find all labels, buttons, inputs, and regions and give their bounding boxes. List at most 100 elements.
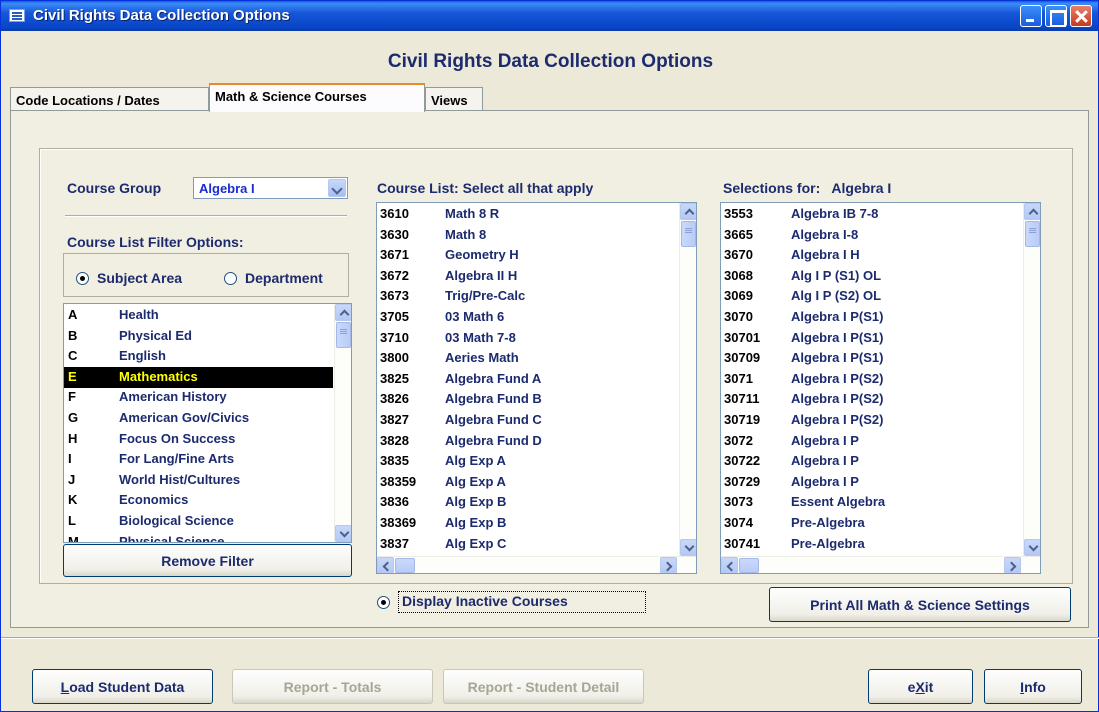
- list-item[interactable]: 3670 Algebra I H: [721, 245, 1022, 266]
- maximize-button[interactable]: [1045, 5, 1067, 27]
- list-item[interactable]: L Biological Science: [64, 511, 333, 532]
- list-item[interactable]: 3800 Aeries Math: [377, 348, 678, 369]
- list-item[interactable]: 3073 Essent Algebra: [721, 492, 1022, 513]
- selections-vscrollbar[interactable]: [1023, 203, 1040, 556]
- item-name: Alg Exp C: [445, 535, 507, 551]
- list-item[interactable]: 3826 Algebra Fund B: [377, 389, 678, 410]
- list-item[interactable]: 30719 Algebra I P(S2): [721, 410, 1022, 431]
- print-all-settings-button[interactable]: Print All Math & Science Settings: [769, 587, 1071, 622]
- list-item[interactable]: 3673 Trig/Pre-Calc: [377, 286, 678, 307]
- item-name: For Lang/Fine Arts: [119, 451, 235, 467]
- exit-button[interactable]: e Xit: [868, 669, 973, 704]
- scroll-thumb[interactable]: [1025, 221, 1040, 247]
- report-totals-button[interactable]: Report - Totals: [232, 669, 433, 704]
- list-item[interactable]: G American Gov/Civics: [64, 408, 333, 429]
- scroll-up-icon[interactable]: [1024, 203, 1040, 220]
- list-item[interactable]: 3837 Alg Exp C: [377, 534, 678, 555]
- tab-code-locations[interactable]: Code Locations / Dates: [10, 87, 209, 111]
- scroll-thumb[interactable]: [681, 221, 696, 247]
- scroll-down-icon[interactable]: [335, 525, 351, 542]
- list-item[interactable]: 3835 Alg Exp A: [377, 451, 678, 472]
- list-item[interactable]: 30711 Algebra I P(S2): [721, 389, 1022, 410]
- title-bar[interactable]: Civil Rights Data Collection Options: [1, 1, 1098, 31]
- list-item[interactable]: I For Lang/Fine Arts: [64, 449, 333, 470]
- minimize-button[interactable]: [1020, 5, 1042, 27]
- tab-views[interactable]: Views: [425, 87, 483, 111]
- course-vscrollbar[interactable]: [679, 203, 696, 556]
- scroll-left-icon[interactable]: [721, 557, 738, 573]
- list-item[interactable]: 30701 Algebra I P(S1): [721, 328, 1022, 349]
- list-item[interactable]: 38359 Alg Exp A: [377, 472, 678, 493]
- list-item[interactable]: 3825 Algebra Fund A: [377, 369, 678, 390]
- list-item[interactable]: 3074 Pre-Algebra: [721, 513, 1022, 534]
- list-item[interactable]: 30729 Algebra I P: [721, 472, 1022, 493]
- list-item[interactable]: 3671 Geometry H: [377, 245, 678, 266]
- list-item[interactable]: 30741 Pre-Algebra: [721, 534, 1022, 555]
- course-listbox[interactable]: 3837 Alg Exp C 38369 Alg Exp B 3836 Alg Exp B…: [376, 202, 697, 574]
- list-item[interactable]: M Physical Science: [64, 532, 333, 542]
- list-item[interactable]: 3710 03 Math 7-8: [377, 328, 678, 349]
- list-item[interactable]: 30709 Algebra I P(S1): [721, 348, 1022, 369]
- list-item[interactable]: B Physical Ed: [64, 326, 333, 347]
- item-code: L: [68, 513, 76, 528]
- list-item[interactable]: K Economics: [64, 490, 333, 511]
- item-name: Alg Exp B: [445, 494, 507, 510]
- filter-listbox[interactable]: M Physical Science L Biological Science K Eco…: [63, 303, 352, 543]
- remove-filter-button[interactable]: Remove Filter: [63, 544, 352, 577]
- chevron-down-icon[interactable]: [328, 179, 346, 197]
- list-item[interactable]: 3665 Algebra I-8: [721, 225, 1022, 246]
- list-item[interactable]: 3071 Algebra I P(S2): [721, 369, 1022, 390]
- list-item[interactable]: 3068 Alg I P (S1) OL: [721, 266, 1022, 287]
- list-item[interactable]: 3553 Algebra IB 7-8: [721, 204, 1022, 225]
- list-item[interactable]: 3069 Alg I P (S2) OL: [721, 286, 1022, 307]
- scroll-up-icon[interactable]: [335, 304, 351, 321]
- list-item[interactable]: H Focus On Success: [64, 429, 333, 450]
- list-item[interactable]: 3828 Algebra Fund D: [377, 431, 678, 452]
- selections-hscrollbar[interactable]: [721, 556, 1040, 573]
- list-item[interactable]: 3072 Algebra I P: [721, 431, 1022, 452]
- load-student-data-button[interactable]: Load Student Data: [32, 669, 213, 704]
- subject-area-radio[interactable]: Subject Area: [76, 270, 182, 286]
- scroll-right-icon[interactable]: [1004, 557, 1021, 573]
- item-name: Algebra Fund D: [445, 432, 542, 448]
- filter-vscrollbar[interactable]: [334, 304, 351, 542]
- list-item[interactable]: 3836 Alg Exp B: [377, 492, 678, 513]
- scroll-up-icon[interactable]: [680, 203, 696, 220]
- list-item[interactable]: 38369 Alg Exp B: [377, 513, 678, 534]
- list-item[interactable]: 3630 Math 8: [377, 225, 678, 246]
- item-name: Algebra II H: [445, 267, 518, 283]
- list-item[interactable]: 3705 03 Math 6: [377, 307, 678, 328]
- scroll-thumb[interactable]: [739, 558, 759, 573]
- list-item[interactable]: C English: [64, 346, 333, 367]
- department-radio[interactable]: Department: [224, 270, 323, 286]
- report-student-detail-button[interactable]: Report - Student Detail: [443, 669, 644, 704]
- button-label: it: [924, 678, 934, 695]
- course-group-combo[interactable]: Algebra I: [193, 177, 348, 199]
- scroll-thumb[interactable]: [395, 558, 415, 573]
- scroll-right-icon[interactable]: [660, 557, 677, 573]
- info-button[interactable]: Info: [984, 669, 1082, 704]
- list-item[interactable]: 3827 Algebra Fund C: [377, 410, 678, 431]
- list-item[interactable]: 30722 Algebra I P: [721, 451, 1022, 472]
- scroll-down-icon[interactable]: [680, 539, 696, 556]
- close-button[interactable]: [1070, 5, 1092, 27]
- list-item[interactable]: E Mathematics: [64, 366, 333, 388]
- course-list-label: Course List: Select all that apply: [377, 180, 594, 196]
- list-item[interactable]: J World Hist/Cultures: [64, 470, 333, 491]
- display-inactive-radio[interactable]: [377, 595, 398, 609]
- selections-listbox[interactable]: 30741 Pre-Algebra 3074 Pre-Algebra 3073 Essen…: [720, 202, 1041, 574]
- list-item[interactable]: 3672 Algebra II H: [377, 266, 678, 287]
- list-item[interactable]: A Health: [64, 305, 333, 326]
- list-item[interactable]: F American History: [64, 387, 333, 408]
- list-item[interactable]: 3610 Math 8 R: [377, 204, 678, 225]
- scroll-thumb[interactable]: [336, 322, 351, 348]
- scroll-down-icon[interactable]: [1024, 539, 1040, 556]
- course-hscrollbar[interactable]: [377, 556, 696, 573]
- item-code: 3671: [380, 247, 409, 263]
- display-inactive-toggle[interactable]: Display Inactive Courses: [377, 591, 646, 613]
- tab-math-science[interactable]: Math & Science Courses: [209, 83, 425, 112]
- item-code: 3073: [724, 494, 753, 510]
- item-code: I: [68, 451, 72, 467]
- scroll-left-icon[interactable]: [377, 557, 394, 573]
- list-item[interactable]: 3070 Algebra I P(S1): [721, 307, 1022, 328]
